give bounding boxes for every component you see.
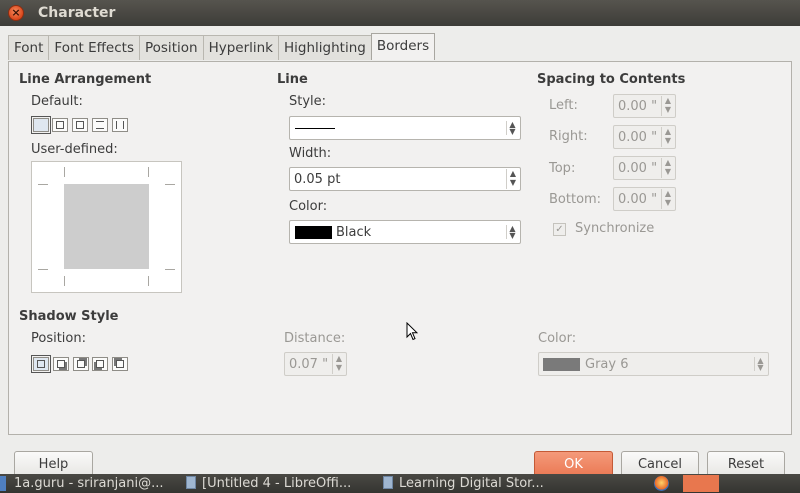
- taskbar-item-label: [Untitled 4 - LibreOffi...: [202, 476, 352, 491]
- left-spinbox[interactable]: 0.00 " ▲ ▼: [613, 94, 676, 118]
- taskbar-edge: [0, 476, 6, 491]
- updown-icon[interactable]: ▲ ▼: [506, 169, 519, 189]
- left-value: 0.00 ": [618, 99, 658, 114]
- width-label: Width:: [289, 146, 332, 161]
- distance-label: Distance:: [284, 331, 346, 346]
- shadow-top-right-icon: [77, 360, 85, 368]
- line-color-select[interactable]: Black ▲ ▼: [289, 220, 521, 244]
- preview-tick: [165, 269, 175, 270]
- line-color-value: Black: [336, 225, 372, 240]
- mouse-cursor-icon: [406, 322, 418, 341]
- top-label: Top:: [549, 161, 576, 176]
- border-box-shadow-icon: [76, 121, 84, 129]
- preview-tick: [64, 276, 65, 286]
- taskbar-item-label: Learning Digital Stor...: [399, 476, 544, 491]
- app-icon[interactable]: [683, 475, 719, 492]
- border-none-button[interactable]: [31, 116, 51, 134]
- line-title: Line: [277, 72, 308, 87]
- border-left-right-button[interactable]: [112, 118, 128, 132]
- distance-spinbox[interactable]: 0.07 " ▲ ▼: [284, 352, 347, 376]
- default-label: Default:: [31, 94, 83, 109]
- user-defined-label: User-defined:: [31, 142, 118, 157]
- taskbar-item[interactable]: 1a.guru - sriranjani@...: [14, 475, 174, 492]
- right-value: 0.00 ": [618, 130, 658, 145]
- shadow-bottom-left-button[interactable]: [92, 357, 108, 371]
- updown-icon[interactable]: ▲ ▼: [661, 96, 674, 116]
- top-value: 0.00 ": [618, 161, 658, 176]
- style-select[interactable]: ▲ ▼: [289, 116, 521, 140]
- color-swatch: [295, 226, 332, 239]
- shadow-bottom-right-icon: [57, 360, 65, 368]
- updown-icon: ▲ ▼: [506, 225, 518, 240]
- width-value: 0.05 pt: [294, 172, 341, 187]
- border-box-icon: [56, 121, 64, 129]
- color-label: Color:: [289, 199, 328, 214]
- tab-position[interactable]: Position: [138, 35, 204, 60]
- updown-icon[interactable]: ▲ ▼: [661, 127, 674, 147]
- document-icon: [186, 476, 196, 489]
- tab-borders[interactable]: Borders: [370, 33, 436, 60]
- distance-value: 0.07 ": [289, 357, 329, 372]
- border-preview[interactable]: [31, 161, 182, 293]
- tab-highlighting[interactable]: Highlighting: [278, 35, 372, 60]
- preview-tick: [64, 167, 65, 177]
- updown-icon[interactable]: ▲ ▼: [332, 354, 345, 374]
- updown-icon: ▲ ▼: [506, 121, 518, 136]
- updown-icon[interactable]: ▲ ▼: [661, 189, 674, 209]
- line-style-sample: [295, 128, 335, 129]
- window-title: Character: [38, 5, 116, 21]
- preview-tick: [38, 184, 48, 185]
- preview-tick: [38, 269, 48, 270]
- updown-icon: ▲ ▼: [754, 357, 766, 372]
- shadow-none-icon: [37, 360, 45, 368]
- line-arrangement-title: Line Arrangement: [19, 72, 152, 87]
- browser-icon[interactable]: [654, 476, 669, 491]
- spacing-title: Spacing to Contents: [537, 72, 686, 87]
- shadow-color-label: Color:: [538, 331, 577, 346]
- width-spinbox[interactable]: 0.05 pt ▲ ▼: [289, 167, 521, 191]
- tab-bar: Font Font Effects Position Hyperlink Hig…: [8, 33, 436, 61]
- shadow-top-right-button[interactable]: [73, 357, 89, 371]
- bottom-spinbox[interactable]: 0.00 " ▲ ▼: [613, 187, 676, 211]
- border-box-button[interactable]: [52, 118, 68, 132]
- shadow-position-label: Position:: [31, 331, 86, 346]
- top-spinbox[interactable]: 0.00 " ▲ ▼: [613, 156, 676, 180]
- right-label: Right:: [549, 129, 588, 144]
- right-spinbox[interactable]: 0.00 " ▲ ▼: [613, 125, 676, 149]
- shadow-color-value: Gray 6: [585, 357, 629, 372]
- tab-font[interactable]: Font: [8, 35, 50, 60]
- synchronize-label: Synchronize: [575, 221, 655, 236]
- preview-tick: [165, 184, 175, 185]
- taskbar-item[interactable]: Learning Digital Stor...: [383, 475, 563, 492]
- shadow-bottom-right-button[interactable]: [53, 357, 69, 371]
- shadow-none-button[interactable]: [31, 355, 51, 373]
- window-titlebar: × Character: [0, 0, 800, 26]
- border-top-bottom-button[interactable]: [92, 118, 108, 132]
- updown-icon[interactable]: ▲ ▼: [661, 158, 674, 178]
- preview-tick: [148, 276, 149, 286]
- shadow-color-select[interactable]: Gray 6 ▲ ▼: [538, 352, 769, 376]
- document-icon: [383, 476, 393, 489]
- tab-hyperlink[interactable]: Hyperlink: [202, 35, 280, 60]
- taskbar-item-label: 1a.guru - sriranjani@...: [14, 476, 164, 491]
- style-label: Style:: [289, 94, 327, 109]
- border-top-bottom-icon: [96, 121, 104, 129]
- color-swatch: [543, 358, 580, 371]
- shadow-bottom-left-icon: [96, 360, 104, 368]
- shadow-top-left-button[interactable]: [112, 357, 128, 371]
- shadow-style-title: Shadow Style: [19, 309, 119, 324]
- shadow-top-left-icon: [116, 360, 124, 368]
- taskbar-item[interactable]: [Untitled 4 - LibreOffi...: [186, 475, 369, 492]
- border-box-shadow-button[interactable]: [72, 118, 88, 132]
- tab-font-effects[interactable]: Font Effects: [48, 35, 140, 60]
- close-icon[interactable]: ×: [8, 5, 24, 21]
- left-label: Left:: [549, 98, 578, 113]
- bottom-value: 0.00 ": [618, 192, 658, 207]
- preview-tick: [148, 167, 149, 177]
- synchronize-checkbox[interactable]: ✓: [553, 223, 566, 236]
- border-left-right-icon: [116, 121, 124, 129]
- taskbar: 1a.guru - sriranjani@... [Untitled 4 - L…: [0, 474, 800, 493]
- bottom-label: Bottom:: [549, 192, 602, 207]
- preview-area: [64, 184, 149, 269]
